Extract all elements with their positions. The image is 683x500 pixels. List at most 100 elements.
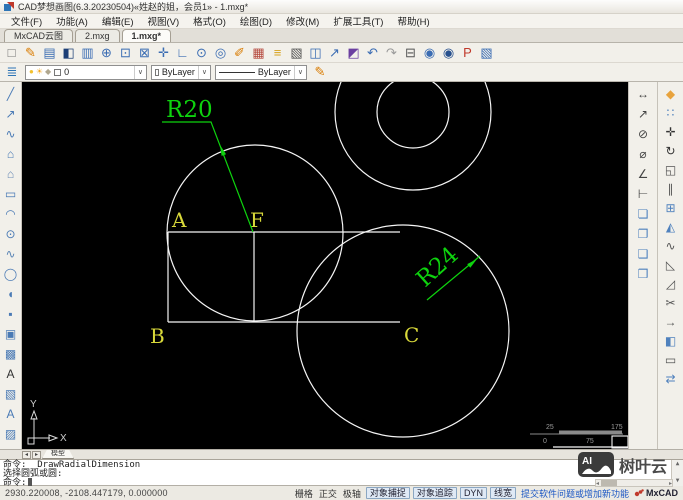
draw-settings-button[interactable]: ✐ (230, 44, 249, 62)
circle-r20[interactable] (166, 144, 344, 322)
join-button[interactable]: ⇄ (662, 369, 680, 388)
redo-button[interactable]: ↷ (382, 44, 401, 62)
pan-button[interactable]: ✛ (154, 44, 173, 62)
print-button[interactable]: ⊟ (401, 44, 420, 62)
layout-next-button[interactable]: ▸ (32, 450, 41, 459)
insert-block-tool[interactable]: ▣ (2, 324, 20, 344)
pencil-icon[interactable]: ✎ (311, 64, 329, 80)
construction-line-tool[interactable]: ↗ (2, 104, 20, 124)
status-otrack[interactable]: 对象追踪 (412, 487, 457, 499)
dim-aligned-button[interactable]: ↗ (634, 104, 652, 124)
dim-linear-button[interactable]: ↔ (634, 84, 652, 104)
tab-1-mxg[interactable]: 1.mxg* (121, 29, 172, 42)
open-file-button[interactable]: ◧ (59, 44, 78, 62)
linetype-select[interactable]: ByLayer ∨ (215, 64, 307, 80)
dim-diameter-button[interactable]: ⌀ (634, 144, 652, 164)
feedback-link[interactable]: 提交软件问题或增加新功能 (521, 487, 629, 500)
scale-button[interactable]: ◱ (662, 160, 680, 179)
zoom-extents-button[interactable]: ⊠ (135, 44, 154, 62)
trim-button[interactable]: ✂ (662, 293, 680, 312)
layout-prev-button[interactable]: ◂ (22, 450, 31, 459)
layer-list-button[interactable]: ▧ (287, 44, 306, 62)
copy-clip-button[interactable]: ❏ (634, 204, 652, 224)
zoom-object-button[interactable]: ⊙ (192, 44, 211, 62)
text-tool[interactable]: A (2, 364, 20, 384)
polygon-edge-tool[interactable]: ⌂ (2, 164, 20, 184)
selection-set-button[interactable]: ↗ (325, 44, 344, 62)
menu-edit[interactable]: 编辑(E) (95, 14, 141, 28)
hatch-tool[interactable]: ▨ (2, 424, 20, 444)
quick-draw-button[interactable]: ✎ (21, 44, 40, 62)
web-publish-button[interactable]: ◉ (420, 44, 439, 62)
chevron-down-icon[interactable]: ∨ (133, 65, 143, 79)
circle-tool[interactable]: ⊙ (2, 224, 20, 244)
explode-button[interactable]: ◧ (662, 331, 680, 350)
offset-button[interactable]: ∥ (662, 179, 680, 198)
status-lineweight[interactable]: 线宽 (489, 487, 516, 499)
layers-icon[interactable]: ≣ (3, 64, 21, 80)
menu-view[interactable]: 视图(V) (140, 14, 186, 28)
attribute-tool[interactable]: A (2, 404, 20, 424)
color-select[interactable]: ByLayer ∨ (151, 64, 211, 80)
menu-file[interactable]: 文件(F) (4, 14, 49, 28)
scroll-right-icon[interactable]: ▸ (669, 480, 672, 487)
point-label-A[interactable]: A (171, 208, 187, 232)
rotate-button[interactable]: ↻ (662, 141, 680, 160)
menu-function[interactable]: 功能(A) (49, 14, 95, 28)
fillet-button[interactable]: ◿ (662, 274, 680, 293)
circle-top-outer[interactable] (334, 82, 492, 191)
chevron-down-icon[interactable]: ∨ (293, 65, 303, 79)
tab-model[interactable]: 模型 (42, 450, 74, 459)
export-pdf-button[interactable]: P (458, 44, 477, 62)
create-block-tool[interactable]: ▩ (2, 344, 20, 364)
menu-help[interactable]: 帮助(H) (390, 14, 436, 28)
extend-button[interactable]: → (662, 312, 680, 331)
web-share-button[interactable]: ◉ (439, 44, 458, 62)
new-file-button[interactable]: □ (2, 44, 21, 62)
status-osnap[interactable]: 对象捕捉 (365, 487, 410, 499)
point-tool[interactable]: ▪ (2, 304, 20, 324)
scroll-left-icon[interactable]: ◂ (596, 480, 599, 487)
point-label-B[interactable]: B (150, 324, 165, 348)
dim-angular-button[interactable]: ∠ (634, 164, 652, 184)
image-tool[interactable]: ▧ (2, 384, 20, 404)
line-tool[interactable]: ╱ (2, 84, 20, 104)
layer-manager-button[interactable]: ◫ (306, 44, 325, 62)
ellipse-tool[interactable]: ◯ (2, 264, 20, 284)
rectangle-tool[interactable]: ▭ (2, 184, 20, 204)
status-polar[interactable]: 极轴 (343, 487, 361, 500)
menu-express-tools[interactable]: 扩展工具(T) (326, 14, 390, 28)
copy-base-button[interactable]: ❐ (634, 224, 652, 244)
scrollbar-thumb[interactable] (601, 480, 618, 486)
spline-tool[interactable]: ∿ (2, 244, 20, 264)
paste-block-button[interactable]: ❒ (634, 264, 652, 284)
canvas-area[interactable]: A F B C R20 R24 X Y 25 175 0 75 (22, 82, 628, 449)
move-button[interactable]: ✛ (662, 122, 680, 141)
menu-format[interactable]: 格式(O) (186, 14, 233, 28)
layer-translate-button[interactable]: ◩ (344, 44, 363, 62)
chamfer-button[interactable]: ◺ (662, 255, 680, 274)
dim-continue-button[interactable]: ⊢ (634, 184, 652, 204)
tab-2-mxg[interactable]: 2.mxg (75, 29, 120, 42)
table-button[interactable]: ▦ (249, 44, 268, 62)
export-image-button[interactable]: ▧ (477, 44, 496, 62)
polygon-tool[interactable]: ⌂ (2, 144, 20, 164)
wipeout-button[interactable]: ▭ (662, 350, 680, 369)
mirror-button[interactable]: ◭ (662, 217, 680, 236)
layer-select[interactable]: ● ☀ ◆ 0 ∨ (25, 64, 147, 80)
zoom-in-button[interactable]: ⊕ (97, 44, 116, 62)
chevron-down-icon[interactable]: ∨ (197, 65, 207, 79)
named-view-button[interactable]: ◎ (211, 44, 230, 62)
save-as-button[interactable]: ▥ (78, 44, 97, 62)
spline-edit-button[interactable]: ∿ (662, 236, 680, 255)
erase-button[interactable]: ◆ (662, 84, 680, 103)
status-dyn[interactable]: DYN (459, 487, 487, 499)
zoom-window-button[interactable]: ⊡ (116, 44, 135, 62)
menu-modify[interactable]: 修改(M) (279, 14, 326, 28)
status-ortho[interactable]: 正交 (319, 487, 337, 500)
undo-button[interactable]: ↶ (363, 44, 382, 62)
ellipse-arc-tool[interactable]: ◖ (2, 284, 20, 304)
text-style-button[interactable]: ≡ (268, 44, 287, 62)
menu-draw[interactable]: 绘图(D) (233, 14, 279, 28)
tab-mxcad-cloud[interactable]: MxCAD云图 (4, 29, 73, 42)
